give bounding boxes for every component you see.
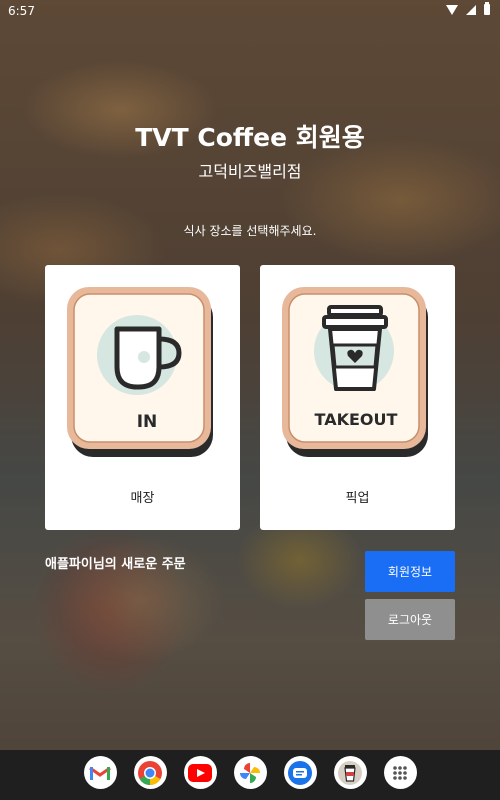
photos-icon[interactable] (233, 756, 267, 789)
takeout-card[interactable]: TAKEOUT 픽업 (260, 265, 455, 530)
dine-in-card[interactable]: IN 매장 (45, 265, 240, 530)
member-info-button[interactable]: 회원정보 (365, 551, 455, 592)
dine-in-label: 매장 (130, 491, 155, 506)
gmail-icon[interactable] (83, 756, 117, 789)
in-icon-text: IN (137, 412, 158, 432)
status-time: 6:57 (8, 4, 35, 18)
app-drawer-icon[interactable] (383, 756, 417, 789)
store-name: 고덕비즈밸리점 (198, 162, 302, 181)
youtube-icon[interactable] (183, 756, 217, 789)
wifi-icon (446, 4, 458, 15)
logout-button[interactable]: 로그아웃 (365, 599, 455, 640)
takeout-icon-text: TAKEOUT (315, 410, 398, 429)
app-dock (0, 756, 500, 794)
chrome-icon[interactable] (133, 756, 167, 789)
status-icons (446, 2, 490, 15)
signal-icon (466, 4, 476, 15)
messages-icon[interactable] (283, 756, 317, 789)
instruction-text: 식사 장소를 선택해주세요. (183, 224, 317, 238)
coffee-cup-icon: IN (67, 287, 215, 459)
tvt-coffee-app-icon[interactable] (333, 756, 367, 789)
new-order-label: 애플파이님의 새로운 주문 (45, 557, 186, 572)
takeout-cup-icon: TAKEOUT (282, 287, 430, 459)
battery-icon (484, 2, 490, 15)
takeout-label: 픽업 (345, 491, 370, 506)
page-title: TVT Coffee 회원용 (135, 123, 365, 152)
status-bar: 6:57 (0, 0, 500, 22)
